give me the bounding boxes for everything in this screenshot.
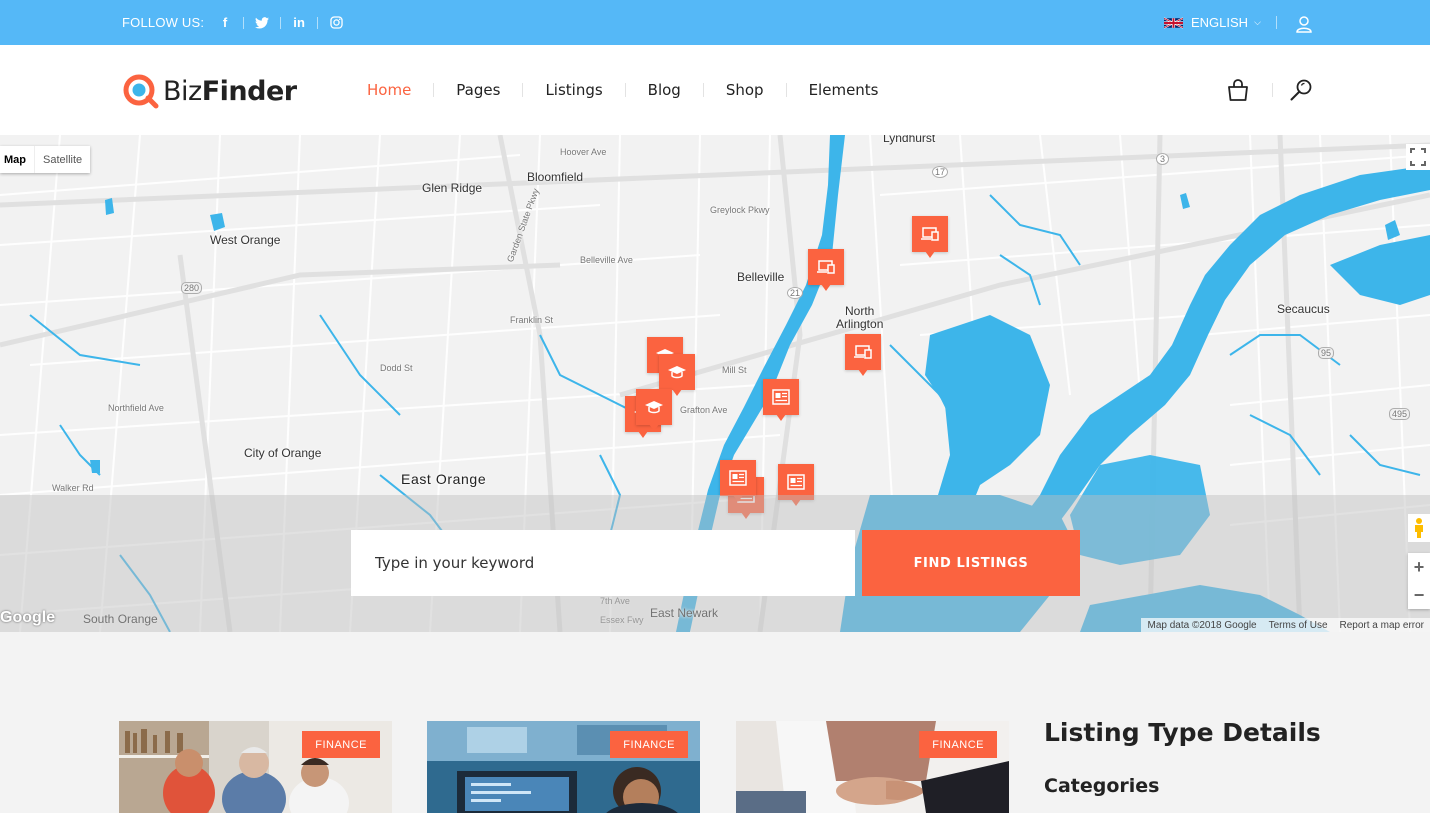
divider — [433, 83, 435, 97]
divider — [1272, 83, 1273, 97]
nav-blog[interactable]: Blog — [648, 81, 681, 99]
route-marker: 495 — [1389, 408, 1411, 420]
map-label: Arlington — [836, 317, 884, 331]
linkedin-icon[interactable]: in — [290, 14, 308, 32]
listing-card[interactable]: FINANCE — [119, 721, 392, 813]
map-pin[interactable] — [636, 389, 672, 433]
logo[interactable]: BizFinder — [122, 73, 297, 109]
user-icon[interactable] — [1296, 15, 1312, 33]
divider — [785, 83, 787, 97]
road-label: Belleville Ave — [580, 255, 633, 265]
zoom-controls: + − — [1408, 553, 1430, 609]
map-type-map[interactable]: Map — [0, 146, 34, 173]
nav-home[interactable]: Home — [367, 81, 411, 99]
nav-elements[interactable]: Elements — [809, 81, 879, 99]
divider — [1276, 16, 1277, 29]
road-label: Franklin St — [510, 315, 554, 325]
listings-map[interactable]: Lyndhurst Bloomfield Glen Ridge West Ora… — [0, 135, 1430, 632]
map-type-toggle: Map Satellite — [0, 146, 91, 173]
graduation-cap-icon — [668, 366, 686, 379]
route-marker: 280 — [181, 282, 203, 294]
nav-shop[interactable]: Shop — [726, 81, 764, 99]
sidebar-categories-heading: Categories — [1044, 775, 1160, 797]
category-badge[interactable]: FINANCE — [302, 731, 380, 758]
divider — [243, 16, 245, 29]
map-pin[interactable] — [763, 379, 799, 423]
graduation-cap-icon — [645, 401, 663, 414]
language-label: ENGLISH — [1191, 15, 1249, 30]
main-header: BizFinder Home Pages Listings Blog Shop … — [0, 45, 1430, 135]
route-marker: 21 — [787, 287, 804, 299]
search-icon[interactable] — [1289, 78, 1313, 102]
nav-listings[interactable]: Listings — [545, 81, 602, 99]
pegman-icon[interactable] — [1408, 514, 1430, 542]
language-selector[interactable]: ENGLISH ⌵ — [1164, 0, 1261, 45]
map-label: Lyndhurst — [883, 135, 936, 145]
logo-icon — [123, 74, 159, 109]
route-marker: 17 — [932, 166, 949, 178]
follow-us: FOLLOW US: f in — [122, 0, 345, 45]
zoom-out-icon[interactable]: − — [1414, 585, 1425, 606]
nav-pages[interactable]: Pages — [456, 81, 500, 99]
divider — [702, 83, 704, 97]
road-label: Greylock Pkwy — [710, 205, 770, 215]
uk-flag-icon — [1164, 16, 1183, 29]
zoom-in-icon[interactable]: + — [1414, 557, 1425, 578]
road-label: Walker Rd — [52, 483, 94, 493]
keyword-search-input[interactable] — [351, 530, 855, 596]
road-label: Hoover Ave — [560, 147, 607, 157]
road-label: Northfield Ave — [108, 403, 164, 413]
map-label: West Orange — [210, 233, 281, 247]
divider — [317, 16, 319, 29]
route-marker: 3 — [1156, 153, 1170, 165]
sidebar-title: Listing Type Details — [1044, 718, 1321, 747]
route-marker: 95 — [1318, 347, 1335, 359]
map-label: Bloomfield — [527, 170, 584, 184]
devices-icon — [817, 260, 835, 274]
road-label: Dodd St — [380, 363, 413, 373]
category-badge[interactable]: FINANCE — [610, 731, 688, 758]
map-data-text: Map data ©2018 Google — [1147, 619, 1257, 631]
map-pin[interactable] — [808, 249, 844, 293]
map-attribution: Map data ©2018 Google Terms of Use Repor… — [1141, 618, 1430, 632]
road-label: Grafton Ave — [680, 405, 728, 415]
logo-text: BizFinder — [163, 75, 297, 107]
map-label: Belleville — [737, 270, 785, 284]
map-label: Glen Ridge — [422, 181, 483, 195]
news-icon — [729, 470, 747, 486]
top-bar: FOLLOW US: f in ENGLISH ⌵ — [0, 0, 1430, 45]
category-badge[interactable]: FINANCE — [919, 731, 997, 758]
map-label: City of Orange — [244, 446, 322, 460]
twitter-icon[interactable] — [253, 14, 271, 32]
listing-card[interactable]: FINANCE — [427, 721, 700, 813]
listing-card[interactable]: FINANCE — [736, 721, 1009, 813]
terms-of-use-link[interactable]: Terms of Use — [1263, 618, 1334, 632]
report-map-error-link[interactable]: Report a map error — [1334, 618, 1430, 632]
news-icon — [787, 474, 805, 490]
map-type-satellite[interactable]: Satellite — [34, 146, 90, 173]
map-pin[interactable] — [845, 334, 881, 378]
follow-label: FOLLOW US: — [122, 15, 205, 30]
fullscreen-icon[interactable] — [1406, 144, 1430, 170]
devices-icon — [854, 345, 872, 359]
divider — [624, 83, 626, 97]
devices-icon — [921, 227, 939, 241]
chevron-down-icon: ⌵ — [1254, 17, 1261, 27]
main-nav: Home Pages Listings Blog Shop Elements — [367, 45, 879, 135]
google-logo: Google — [0, 609, 56, 626]
news-icon — [772, 389, 790, 405]
divider — [280, 16, 282, 29]
divider — [522, 83, 524, 97]
map-label: Secaucus — [1277, 302, 1330, 316]
social-links: f in — [216, 0, 345, 45]
shopping-bag-icon[interactable] — [1227, 79, 1249, 101]
map-label: East Orange — [401, 471, 487, 487]
map-pin[interactable] — [912, 216, 948, 260]
find-listings-button[interactable]: FIND LISTINGS — [862, 530, 1080, 596]
map-label: North — [845, 304, 875, 318]
facebook-icon[interactable]: f — [216, 14, 234, 32]
instagram-icon[interactable] — [327, 14, 345, 32]
road-label: Mill St — [722, 365, 747, 375]
